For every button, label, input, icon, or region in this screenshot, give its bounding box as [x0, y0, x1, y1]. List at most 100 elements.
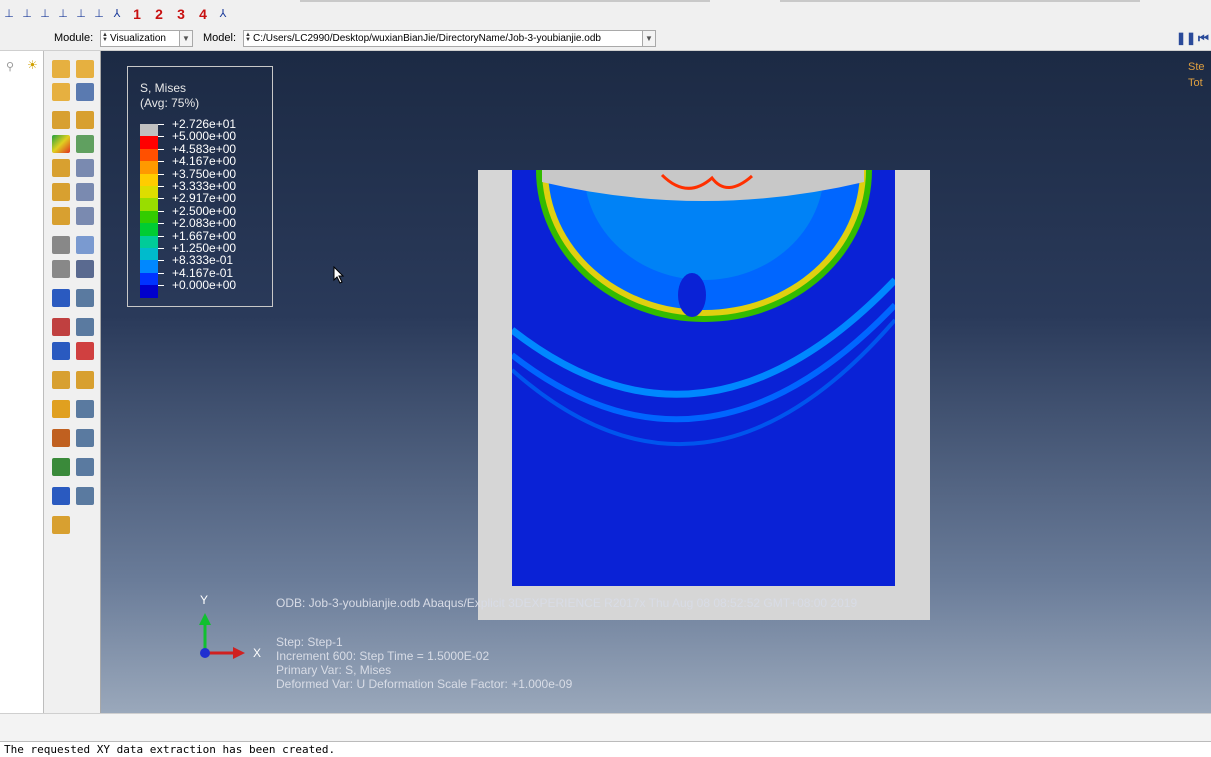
plot-xy-icon[interactable] [76, 342, 94, 360]
plot-both-icon[interactable] [52, 83, 70, 101]
legend-color-swatch [140, 248, 158, 261]
toolbar-edge [780, 0, 1140, 2]
free-body-icon[interactable] [52, 429, 70, 447]
animation-options-icon[interactable] [76, 260, 94, 278]
view-triad-icon[interactable]: ⅄ [214, 5, 232, 23]
model-value: C:/Users/LC2990/Desktop/wuxianBianJie/Di… [253, 33, 601, 44]
field-output-manager-icon[interactable] [76, 318, 94, 336]
common-options-icon[interactable] [76, 83, 94, 101]
step-info: Step: Step-1 [276, 635, 343, 649]
display-group-manager-icon[interactable] [76, 371, 94, 389]
view-3-button[interactable]: 3 [170, 6, 192, 22]
mouse-cursor-icon [333, 266, 345, 284]
first-frame-icon[interactable]: ⏮ [1198, 31, 1209, 46]
animate-harmonic-icon[interactable] [52, 260, 70, 278]
animate-scale-icon[interactable] [52, 236, 70, 254]
contour-icon[interactable] [52, 111, 70, 129]
module-select[interactable]: ▲ ▼ Visualization ▼ [100, 30, 193, 47]
query-icon[interactable] [52, 487, 70, 505]
legend-color-swatch [140, 223, 158, 236]
legend-value: +1.667e+00 [172, 228, 237, 243]
legend-variable: S, Mises [140, 81, 187, 95]
axis-triad: Y X [193, 593, 263, 663]
view-cut-manager-icon[interactable] [76, 400, 94, 418]
legend-value: +8.333e-01 [172, 253, 234, 268]
legend-color-swatch [140, 235, 158, 248]
lightbulb-icon[interactable]: ☀ [27, 58, 38, 72]
animate-time-icon[interactable] [76, 236, 94, 254]
legend-color-swatch [140, 161, 158, 174]
legend-value: +4.583e+00 [172, 141, 237, 156]
stream-manager-icon[interactable] [76, 458, 94, 476]
legend-color-swatch [140, 173, 158, 186]
view-iso-icon[interactable]: ⅄ [108, 5, 126, 23]
contour-both-icon[interactable] [76, 111, 94, 129]
create-field-output-icon[interactable] [52, 318, 70, 336]
total-time-label: Tot [1188, 77, 1203, 89]
view-zx-icon[interactable]: ⊥ [36, 5, 54, 23]
tools-icon[interactable] [52, 516, 70, 534]
legend-color-swatch [140, 124, 158, 137]
plot-contours-icon[interactable] [52, 135, 70, 153]
model-tree-panel[interactable]: ⚲ ☀ [0, 51, 44, 741]
module-bar: Module: ▲ ▼ Visualization ▼ Model: ▲ ▼ C:/… [0, 28, 1211, 51]
animate-icon[interactable] [52, 207, 70, 225]
view-2-button[interactable]: 2 [148, 6, 170, 22]
legend-color-swatch [140, 198, 158, 211]
legend-color-swatch [140, 210, 158, 224]
symbol-options-icon[interactable] [76, 159, 94, 177]
legend-color-swatch [140, 285, 158, 298]
view-toolbar: ⊥ ⊥ ⊥ ⊥ ⊥ ⊥ ⅄ 1 2 3 4 ⅄ [0, 0, 1211, 29]
view-yz-icon[interactable]: ⊥ [18, 5, 36, 23]
path-icon[interactable] [52, 342, 70, 360]
pause-icon[interactable]: ❚❚ [1176, 31, 1196, 45]
material-orientation-icon[interactable] [52, 183, 70, 201]
display-group-icon[interactable] [52, 371, 70, 389]
free-body-manager-icon[interactable] [76, 429, 94, 447]
wave-front-2 [512, 302, 895, 423]
view-back-icon[interactable]: ⊥ [54, 5, 72, 23]
toolbar-edge [300, 0, 710, 2]
view-4-button[interactable]: 4 [192, 6, 214, 22]
stream-icon[interactable] [52, 458, 70, 476]
viewport[interactable]: S, Mises (Avg: 75%) +2.726e+01 +5.000e+00… [101, 51, 1211, 713]
message-text: The requested XY data extraction has bee… [4, 743, 336, 756]
view-bottom-icon[interactable]: ⊥ [90, 5, 108, 23]
plot-undeformed-icon[interactable] [52, 60, 70, 78]
chevron-down-icon[interactable]: ▼ [642, 31, 655, 46]
filter-icon[interactable]: ⚲ [6, 60, 14, 73]
xy-data-manager-icon[interactable] [76, 289, 94, 307]
wave-front-3 [512, 318, 895, 447]
legend-value: +2.917e+00 [172, 191, 237, 206]
legend-averaging: (Avg: 75%) [140, 96, 200, 110]
model-select[interactable]: ▲ ▼ C:/Users/LC2990/Desktop/wuxianBianJie… [243, 30, 656, 47]
legend-tick [158, 223, 164, 225]
legend-value: +3.750e+00 [172, 166, 237, 181]
view-1-button[interactable]: 1 [126, 6, 148, 22]
legend-tick [158, 248, 164, 249]
symbol-icon[interactable] [52, 159, 70, 177]
legend-color-swatch [140, 136, 158, 149]
create-xy-data-icon[interactable] [52, 289, 70, 307]
spin-icon: ▲ ▼ [102, 32, 108, 43]
model-stress-region[interactable] [512, 170, 895, 586]
view-cut-icon[interactable] [52, 400, 70, 418]
axis-x-label: X [253, 646, 262, 660]
contour-options-icon[interactable] [76, 135, 94, 153]
legend-value: +1.250e+00 [172, 241, 237, 255]
legend-tick [158, 285, 164, 287]
legend-tick [158, 186, 164, 187]
legend-tick [158, 272, 164, 274]
plot-deformed-icon[interactable] [76, 60, 94, 78]
view-xy-icon[interactable]: ⊥ [0, 5, 18, 23]
orientation-options-icon[interactable] [76, 183, 94, 201]
toolbox [44, 51, 101, 713]
legend-value: +0.000e+00 [172, 278, 237, 293]
view-left-icon[interactable]: ⊥ [72, 5, 90, 23]
step-frame-label: Ste [1188, 61, 1205, 73]
legend-color-swatch [140, 260, 158, 273]
chevron-down-icon[interactable]: ▼ [179, 31, 192, 46]
query-manager-icon[interactable] [76, 487, 94, 505]
legend-value: +2.726e+01 [172, 117, 237, 131]
animate-options-icon[interactable] [76, 207, 94, 225]
